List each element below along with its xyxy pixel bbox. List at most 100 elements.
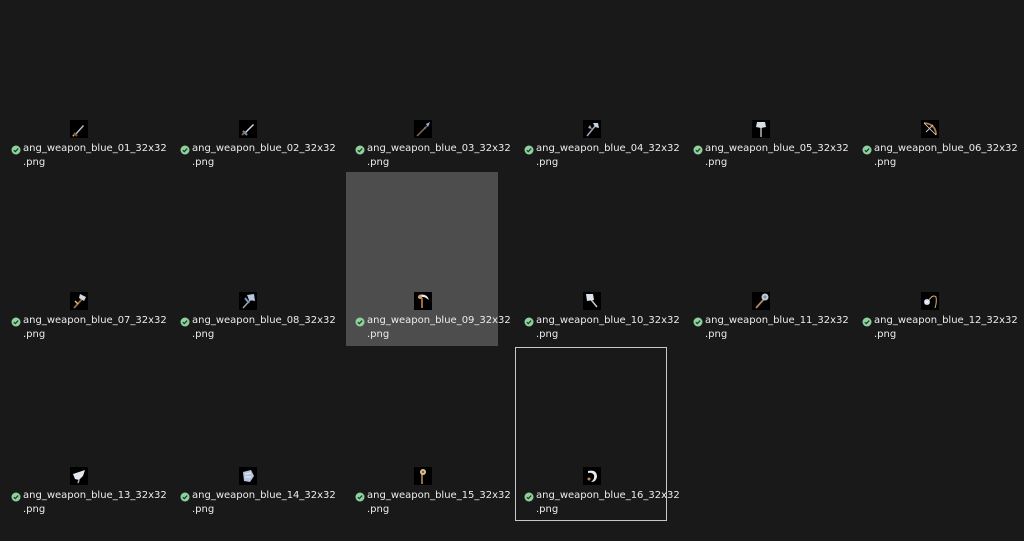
- file-name-line1: ang_weapon_blue_07_32x32: [23, 315, 167, 326]
- synced-check-icon: [524, 317, 534, 327]
- file-item[interactable]: ang_weapon_blue_13_32x32 .png: [2, 347, 167, 521]
- hand-axe-icon: [70, 292, 88, 310]
- file-name-extension: .png: [23, 329, 46, 340]
- sickle-icon: [583, 467, 601, 485]
- synced-check-icon: [11, 317, 21, 327]
- file-name-line1: ang_weapon_blue_11_32x32: [705, 315, 849, 326]
- file-name-line1: ang_weapon_blue_03_32x32: [367, 143, 511, 154]
- file-item[interactable]: ang_weapon_blue_14_32x32 .png: [171, 347, 336, 521]
- file-name-line1: ang_weapon_blue_04_32x32: [536, 143, 680, 154]
- file-item[interactable]: ang_weapon_blue_01_32x32 .png: [2, 0, 167, 174]
- great-axe-icon: [583, 292, 601, 310]
- file-name: ang_weapon_blue_14_32x32 .png: [192, 489, 336, 517]
- file-name-extension: .png: [192, 504, 215, 515]
- file-name-line1: ang_weapon_blue_13_32x32: [23, 490, 167, 501]
- claw-icon: [70, 467, 88, 485]
- file-name-line1: ang_weapon_blue_16_32x32: [536, 490, 680, 501]
- file-name: ang_weapon_blue_04_32x32 .png: [536, 142, 680, 170]
- file-name-extension: .png: [536, 329, 559, 340]
- file-name-line1: ang_weapon_blue_09_32x32: [367, 315, 511, 326]
- synced-check-icon: [693, 317, 703, 327]
- synced-check-icon-graphic: [693, 317, 703, 327]
- mace-icon: [752, 292, 770, 310]
- file-name-extension: .png: [705, 329, 728, 340]
- file-item[interactable]: ang_weapon_blue_10_32x32 .png: [515, 172, 680, 346]
- synced-check-icon-graphic: [180, 145, 190, 155]
- file-name-extension: .png: [367, 157, 390, 168]
- synced-check-icon: [524, 492, 534, 502]
- staff-icon: [414, 467, 432, 485]
- file-name-line1: ang_weapon_blue_06_32x32: [874, 143, 1018, 154]
- flail-icon: [921, 292, 939, 310]
- file-name-extension: .png: [23, 504, 46, 515]
- file-name: ang_weapon_blue_16_32x32 .png: [536, 489, 680, 517]
- double-axe-icon: [583, 120, 601, 138]
- file-name-line1: ang_weapon_blue_05_32x32: [705, 143, 849, 154]
- file-item[interactable]: ang_weapon_blue_12_32x32 .png: [853, 172, 1018, 346]
- file-name-extension: .png: [192, 329, 215, 340]
- battle-axe-icon: [239, 292, 257, 310]
- file-item[interactable]: ang_weapon_blue_02_32x32 .png: [171, 0, 336, 174]
- file-item[interactable]: ang_weapon_blue_11_32x32 .png: [684, 172, 849, 346]
- synced-check-icon: [11, 145, 21, 155]
- file-name-extension: .png: [23, 157, 46, 168]
- synced-check-icon-graphic: [693, 145, 703, 155]
- synced-check-icon-graphic: [11, 317, 21, 327]
- synced-check-icon: [11, 492, 21, 502]
- file-name: ang_weapon_blue_06_32x32 .png: [874, 142, 1018, 170]
- synced-check-icon-graphic: [11, 145, 21, 155]
- file-item[interactable]: ang_weapon_blue_08_32x32 .png: [171, 172, 336, 346]
- file-item[interactable]: ang_weapon_blue_04_32x32 .png: [515, 0, 680, 174]
- file-name: ang_weapon_blue_13_32x32 .png: [23, 489, 167, 517]
- synced-check-icon-graphic: [11, 492, 21, 502]
- file-item[interactable]: ang_weapon_blue_15_32x32 .png: [346, 347, 511, 521]
- file-item[interactable]: ang_weapon_blue_03_32x32 .png: [346, 0, 511, 174]
- file-name-line1: ang_weapon_blue_15_32x32: [367, 490, 511, 501]
- file-item[interactable]: ang_weapon_blue_09_32x32 .png: [346, 172, 511, 346]
- synced-check-icon: [693, 145, 703, 155]
- synced-check-icon: [862, 145, 872, 155]
- file-name: ang_weapon_blue_05_32x32 .png: [705, 142, 849, 170]
- file-name-line1: ang_weapon_blue_02_32x32: [192, 143, 336, 154]
- synced-check-icon-graphic: [524, 317, 534, 327]
- file-name-line1: ang_weapon_blue_10_32x32: [536, 315, 680, 326]
- dagger-icon: [70, 120, 88, 138]
- file-name: ang_weapon_blue_03_32x32 .png: [367, 142, 511, 170]
- synced-check-icon-graphic: [862, 317, 872, 327]
- file-name-extension: .png: [536, 504, 559, 515]
- gauntlet-icon: [239, 467, 257, 485]
- synced-check-icon-graphic: [862, 145, 872, 155]
- synced-check-icon-graphic: [180, 492, 190, 502]
- file-grid: ang_weapon_blue_01_32x32 .png ang_weapon_b…: [0, 0, 1024, 541]
- synced-check-icon-graphic: [180, 317, 190, 327]
- synced-check-icon-graphic: [524, 145, 534, 155]
- scythe-icon: [414, 292, 432, 310]
- file-item[interactable]: ang_weapon_blue_06_32x32 .png: [853, 0, 1018, 174]
- file-item[interactable]: ang_weapon_blue_05_32x32 .png: [684, 0, 849, 174]
- file-name: ang_weapon_blue_11_32x32 .png: [705, 314, 849, 342]
- bow-icon: [921, 120, 939, 138]
- spear-icon: [414, 120, 432, 138]
- file-name: ang_weapon_blue_08_32x32 .png: [192, 314, 336, 342]
- file-name-extension: .png: [874, 157, 897, 168]
- file-name-line1: ang_weapon_blue_12_32x32: [874, 315, 1018, 326]
- file-name-extension: .png: [536, 157, 559, 168]
- file-name: ang_weapon_blue_02_32x32 .png: [192, 142, 336, 170]
- synced-check-icon: [355, 492, 365, 502]
- synced-check-icon: [524, 145, 534, 155]
- sword-icon: [239, 120, 257, 138]
- file-item[interactable]: ang_weapon_blue_07_32x32 .png: [2, 172, 167, 346]
- synced-check-icon: [180, 317, 190, 327]
- file-name-line1: ang_weapon_blue_01_32x32: [23, 143, 167, 154]
- file-name: ang_weapon_blue_01_32x32 .png: [23, 142, 167, 170]
- synced-check-icon-graphic: [355, 145, 365, 155]
- synced-check-icon: [355, 317, 365, 327]
- file-name: ang_weapon_blue_10_32x32 .png: [536, 314, 680, 342]
- file-name-extension: .png: [367, 329, 390, 340]
- file-name: ang_weapon_blue_07_32x32 .png: [23, 314, 167, 342]
- synced-check-icon: [180, 145, 190, 155]
- file-name-line1: ang_weapon_blue_14_32x32: [192, 490, 336, 501]
- file-item[interactable]: ang_weapon_blue_16_32x32 .png: [515, 347, 680, 521]
- file-name: ang_weapon_blue_09_32x32 .png: [367, 314, 511, 342]
- synced-check-icon-graphic: [355, 492, 365, 502]
